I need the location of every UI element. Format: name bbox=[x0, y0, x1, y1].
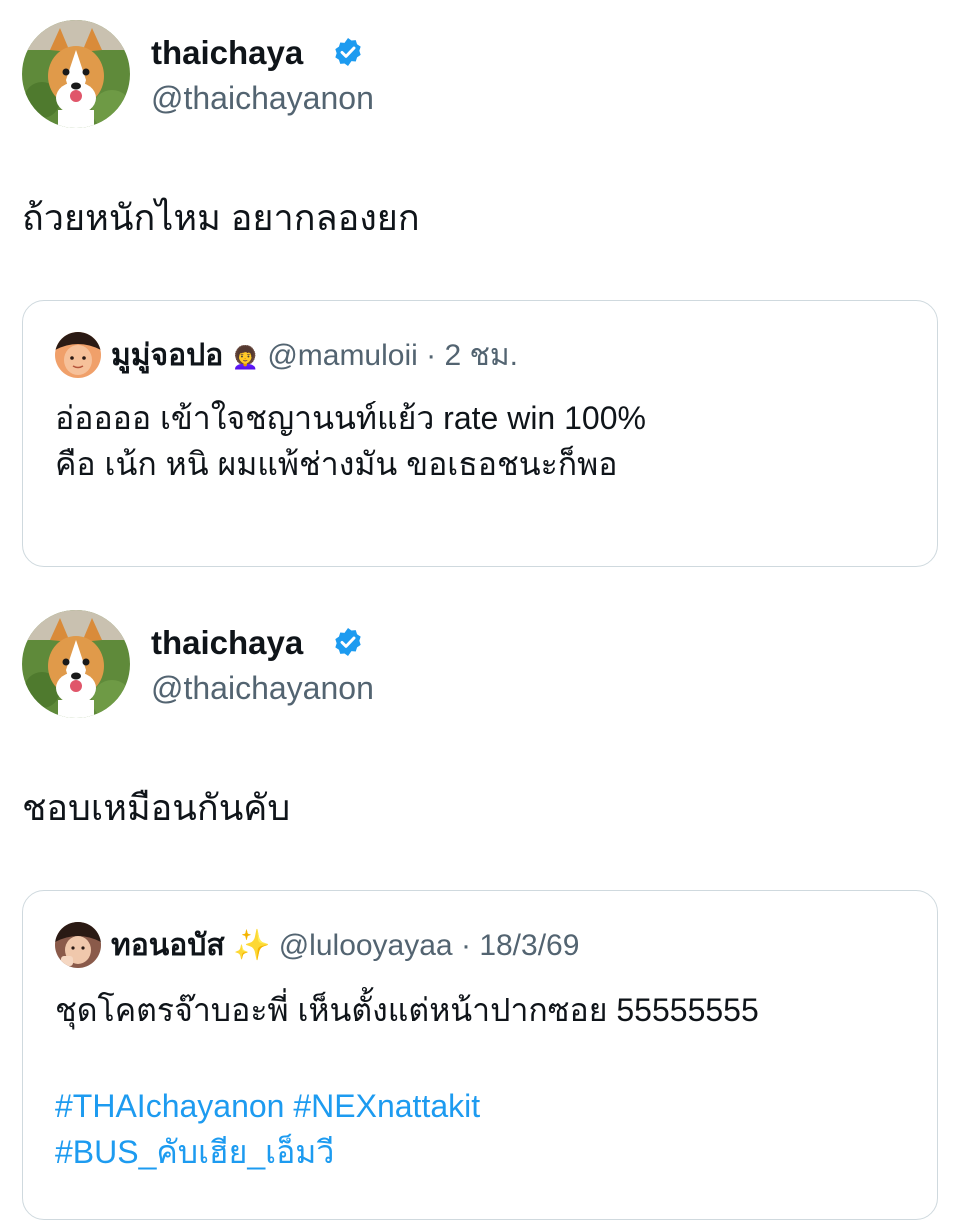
quoted-handle[interactable]: @lulooyayaa bbox=[279, 929, 453, 962]
hashtag-line[interactable]: #BUS_คับเฮีย_เอ็มวี bbox=[55, 1129, 759, 1175]
quoted-text: ชุดโคตรจ๊าบอะพี่ เห็นตั้งแต่หน้าปากซอย 5… bbox=[55, 987, 759, 1175]
tweet[interactable]: thaichaya @thaichayanon ถ้วยหนักไหม อยาก… bbox=[0, 0, 960, 575]
quoted-timestamp[interactable]: 18/3/69 bbox=[479, 929, 579, 962]
quoted-header: มูมู่จอปอ 👩‍🦱 @mamuloii · 2 ชม. bbox=[111, 341, 518, 371]
verified-badge-icon bbox=[335, 38, 361, 66]
dot-separator: · bbox=[426, 339, 437, 372]
quoted-handle[interactable]: @mamuloii bbox=[267, 339, 417, 372]
verified-badge-icon bbox=[335, 628, 361, 656]
hashtag-line[interactable]: #THAIchayanon #NEXnattakit bbox=[55, 1083, 759, 1129]
quoted-text: อ่ออออ เข้าใจชญานนท์แย้ว rate win 100% ค… bbox=[55, 395, 646, 487]
quoted-text-line: คือ เน้ก หนิ ผมแพ้ช่างมัน ขอเธอชนะก็พอ bbox=[55, 446, 618, 482]
tweet-text: ถ้วยหนักไหม อยากลองยก bbox=[22, 197, 420, 238]
quoted-display-name[interactable]: มูมู่จอปอ bbox=[111, 339, 223, 372]
author-avatar[interactable] bbox=[22, 610, 130, 718]
quoted-text-line: อ่ออออ เข้าใจชญานนท์แย้ว rate win 100% bbox=[55, 400, 646, 436]
author-handle[interactable]: @thaichayanon bbox=[151, 672, 374, 704]
author-avatar[interactable] bbox=[22, 20, 130, 128]
tweet[interactable]: thaichaya @thaichayanon ชอบเหมือนกันคับ … bbox=[0, 590, 960, 1220]
author-display-name[interactable]: thaichaya bbox=[151, 36, 303, 69]
quoted-tweet[interactable]: ทอนอบัส ✨ @lulooyayaa · 18/3/69 ชุดโคตรจ… bbox=[22, 890, 938, 1220]
quoted-tweet[interactable]: มูมู่จอปอ 👩‍🦱 @mamuloii · 2 ชม. อ่ออออ เ… bbox=[22, 300, 938, 567]
quoted-author-avatar[interactable] bbox=[55, 922, 101, 968]
author-handle[interactable]: @thaichayanon bbox=[151, 82, 374, 114]
quoted-author-avatar[interactable] bbox=[55, 332, 101, 378]
quoted-text-line: ชุดโคตรจ๊าบอะพี่ เห็นตั้งแต่หน้าปากซอย 5… bbox=[55, 992, 759, 1028]
quoted-timestamp[interactable]: 2 ชม. bbox=[444, 339, 518, 372]
quoted-name-emoji: 👩‍🦱 bbox=[231, 345, 259, 370]
quoted-header: ทอนอบัส ✨ @lulooyayaa · 18/3/69 bbox=[111, 931, 579, 961]
author-display-name[interactable]: thaichaya bbox=[151, 626, 303, 659]
dot-separator: · bbox=[460, 929, 471, 962]
quoted-display-name[interactable]: ทอนอบัส bbox=[111, 929, 225, 962]
tweet-text: ชอบเหมือนกันคับ bbox=[22, 787, 291, 828]
quoted-name-emoji: ✨ bbox=[233, 929, 271, 962]
